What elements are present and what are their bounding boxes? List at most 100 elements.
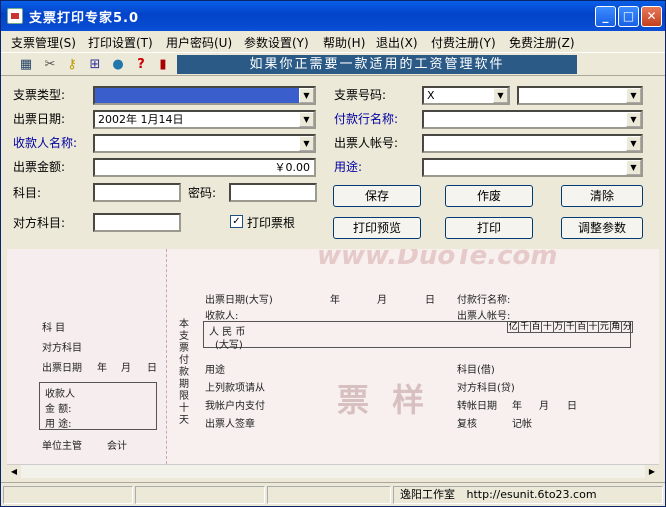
transfer-year: 年 xyxy=(512,401,522,412)
drawer-sign-text: 出票人签章 xyxy=(205,419,255,430)
chevron-down-icon[interactable]: ▼ xyxy=(299,88,314,103)
stub-supervisor: 单位主管 xyxy=(42,441,82,452)
stub-subject: 科 目 xyxy=(42,323,66,334)
rmb-cap-label: (大写) xyxy=(215,340,243,351)
exit-icon[interactable]: ▮ xyxy=(154,56,172,74)
menu-free-register[interactable]: 免费注册(Z) xyxy=(509,34,575,51)
cheque-no-prefix: X xyxy=(427,89,435,102)
stub-year: 年 xyxy=(97,363,107,374)
chevron-down-icon[interactable]: ▼ xyxy=(299,136,314,151)
cheque-type-label: 支票类型: xyxy=(13,88,66,102)
transfer-date-text: 转帐日期 xyxy=(457,401,497,412)
stub-date: 出票日期 xyxy=(42,363,82,374)
cheque-preview: www.DuoTe.com 科 目 对方科目 出票日期 年 月 日 收款人 金 … xyxy=(7,249,659,464)
minimize-button[interactable]: _ xyxy=(595,6,616,27)
payer-bank-select[interactable]: ▼ xyxy=(422,110,643,129)
save-button[interactable]: 保存 xyxy=(333,185,421,207)
debit-text: 科目(借) xyxy=(457,365,495,376)
print-preview-button[interactable]: 打印预览 xyxy=(333,217,421,239)
print-stub-checkbox[interactable]: ✓ xyxy=(230,215,243,228)
maximize-button[interactable]: □ xyxy=(618,6,639,27)
close-button[interactable]: ✕ xyxy=(641,6,662,27)
scroll-right-icon[interactable]: ▶ xyxy=(645,465,659,479)
print-stub-label: 打印票根 xyxy=(247,216,296,230)
menu-help[interactable]: 帮助(H) xyxy=(323,34,365,51)
stub-day: 日 xyxy=(147,363,157,374)
stub-amount: 金 额: xyxy=(45,404,72,415)
menu-exit[interactable]: 退出(X) xyxy=(376,34,418,51)
issue-date-picker[interactable]: 2002年 1月14日 ▼ xyxy=(93,110,316,129)
void-button[interactable]: 作废 xyxy=(445,185,533,207)
payee-label: 收款人名称: xyxy=(13,136,78,150)
date-month: 月 xyxy=(377,295,387,306)
payee-select[interactable]: ▼ xyxy=(93,134,316,153)
menu-print-settings[interactable]: 打印设置(T) xyxy=(88,34,153,51)
subject-input[interactable] xyxy=(93,183,181,202)
title-bar[interactable]: 支票打印专家5.0 _ □ ✕ xyxy=(1,1,665,31)
transfer-month: 月 xyxy=(539,401,549,412)
stub-month: 月 xyxy=(121,363,131,374)
adjust-params-button[interactable]: 调整参数 xyxy=(561,217,643,239)
toolbar: ▦ ✂ ⚷ ⊞ ● ? ▮ 如果你正需要一款适用的工资管理软件 xyxy=(1,52,665,76)
password-input[interactable] xyxy=(229,183,317,202)
validity-note: 本支票付款期限十天 xyxy=(179,319,189,426)
clear-button[interactable]: 清除 xyxy=(561,185,643,207)
globe-icon[interactable]: ● xyxy=(109,56,127,74)
status-pane-2 xyxy=(135,486,265,504)
cheque-no-label: 支票号码: xyxy=(334,88,387,102)
company-name: 逸阳工作室 xyxy=(400,488,455,501)
chevron-down-icon[interactable]: ▼ xyxy=(626,136,641,151)
chevron-down-icon[interactable]: ▼ xyxy=(626,112,641,127)
scroll-left-icon[interactable]: ◀ xyxy=(7,465,21,479)
tools-icon[interactable]: ✂ xyxy=(41,56,59,74)
cheque-type-select[interactable]: ▼ xyxy=(93,86,316,105)
drawer-account-label: 出票人帐号: xyxy=(334,136,399,150)
digit-cell: 分 xyxy=(621,321,634,333)
subject-label: 科目: xyxy=(13,186,42,200)
counter-subject-input[interactable] xyxy=(93,213,181,232)
menu-paid-register[interactable]: 付费注册(Y) xyxy=(431,34,496,51)
drawer-account-select[interactable]: ▼ xyxy=(422,134,643,153)
counter-subject-label: 对方科目: xyxy=(13,216,66,230)
calendar-icon[interactable]: ▦ xyxy=(17,56,35,74)
status-pane-3 xyxy=(267,486,391,504)
purpose-select[interactable]: ▼ xyxy=(422,158,643,177)
stub-accountant: 会计 xyxy=(107,441,127,452)
help-icon[interactable]: ? xyxy=(132,56,150,74)
stub-purpose: 用 途: xyxy=(45,419,72,430)
cheque-no-select[interactable]: ▼ xyxy=(517,86,643,105)
window-title: 支票打印专家5.0 xyxy=(29,11,140,26)
chevron-down-icon[interactable]: ▼ xyxy=(626,88,641,103)
record-text: 记帐 xyxy=(512,419,532,430)
key-icon[interactable]: ⚷ xyxy=(63,56,81,74)
listed-text: 上列款项请从 xyxy=(205,383,265,394)
chevron-down-icon[interactable]: ▼ xyxy=(493,88,508,103)
book-icon[interactable]: ⊞ xyxy=(86,56,104,74)
stub-payee: 收款人 xyxy=(45,389,75,400)
menu-cheque[interactable]: 支票管理(S) xyxy=(11,34,76,51)
menu-user-password[interactable]: 用户密码(U) xyxy=(166,34,232,51)
drawer-acct-text: 出票人帐号: xyxy=(457,311,511,322)
chevron-down-icon[interactable]: ▼ xyxy=(299,112,314,127)
company-url[interactable]: http://esunit.6to23.com xyxy=(467,488,597,501)
cheque-no-prefix-select[interactable]: X ▼ xyxy=(422,86,510,105)
payee-text: 收款人: xyxy=(205,311,239,322)
ad-banner[interactable]: 如果你正需要一款适用的工资管理软件 xyxy=(177,55,577,74)
print-button[interactable]: 打印 xyxy=(445,217,533,239)
password-label: 密码: xyxy=(188,186,217,200)
watermark-text: www.DuoTe.com xyxy=(317,249,558,271)
date-year: 年 xyxy=(330,295,340,306)
sample-stamp: 票 样 xyxy=(337,381,431,419)
date-day: 日 xyxy=(425,295,435,306)
stub-counter-subject: 对方科目 xyxy=(42,343,82,354)
horizontal-scrollbar[interactable]: ◀ ▶ xyxy=(7,464,659,479)
transfer-day: 日 xyxy=(567,401,577,412)
payer-bank-text: 付款行名称: xyxy=(457,295,511,306)
menu-params[interactable]: 参数设置(Y) xyxy=(244,34,309,51)
purpose-label: 用途: xyxy=(334,160,363,174)
status-pane-1 xyxy=(3,486,133,504)
credit-text: 对方科目(贷) xyxy=(457,383,515,394)
chevron-down-icon[interactable]: ▼ xyxy=(626,160,641,175)
amount-input[interactable]: ￥0.00 xyxy=(93,158,316,177)
amount-label: 出票金额: xyxy=(13,160,66,174)
